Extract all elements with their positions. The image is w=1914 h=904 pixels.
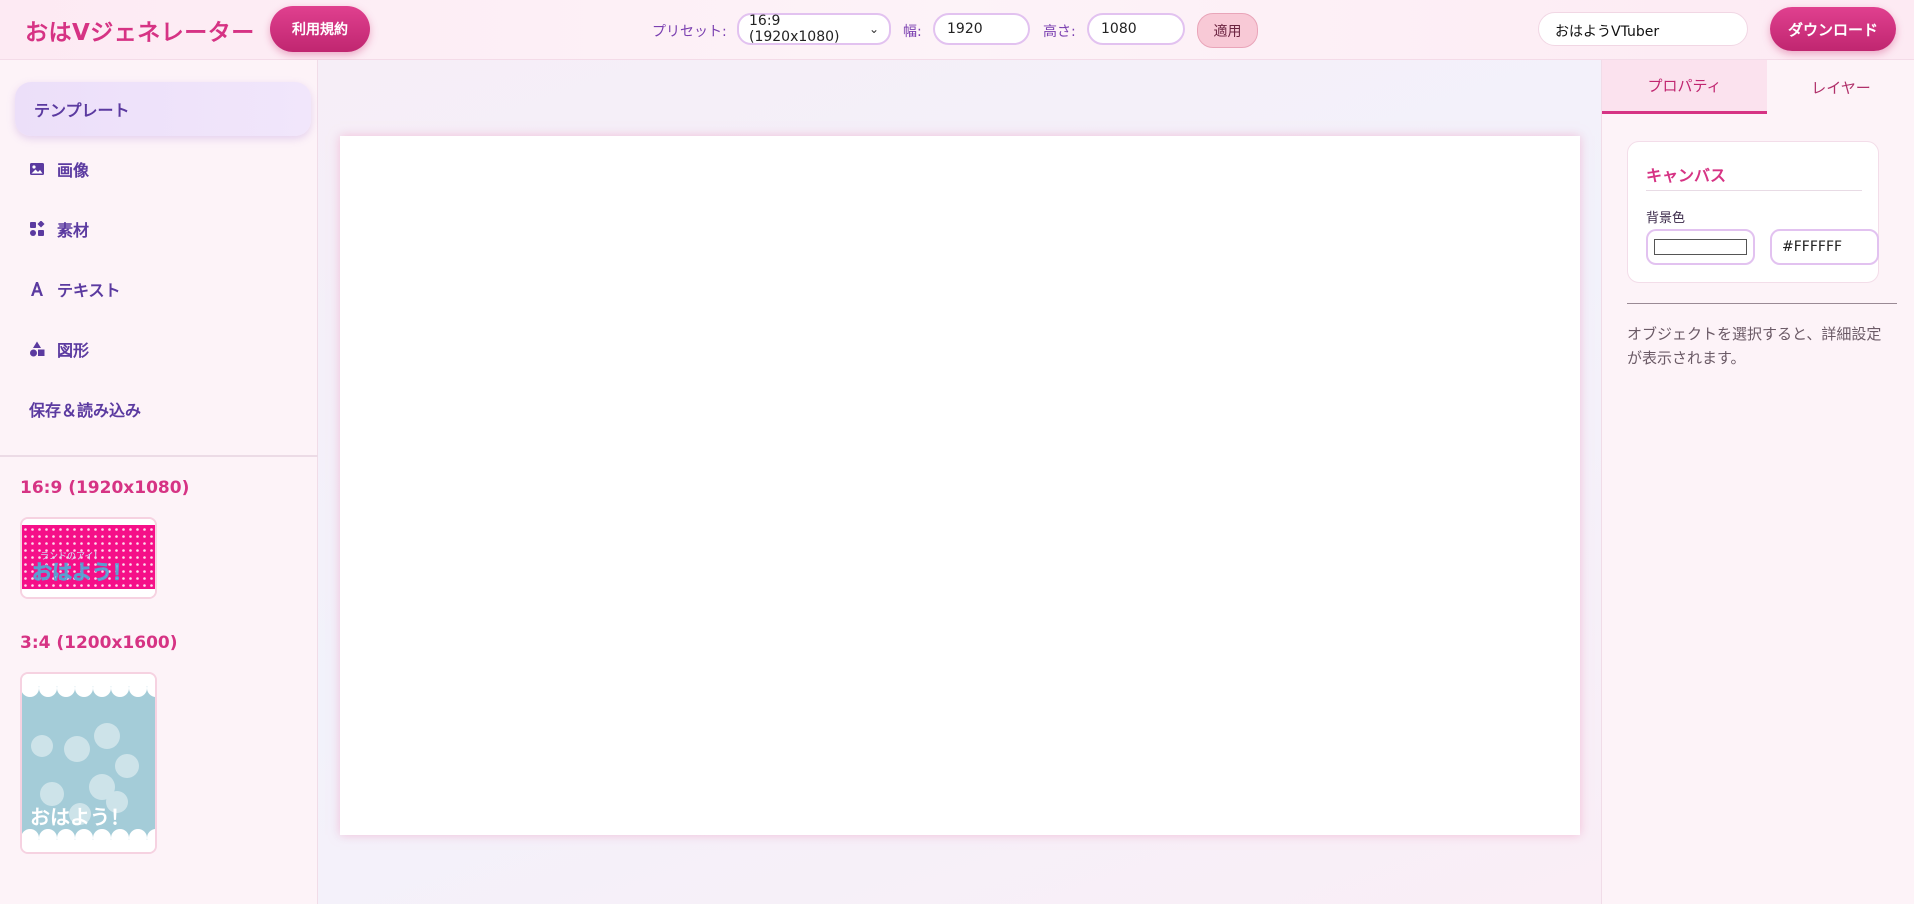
sidebar-item-label: 図形 (57, 341, 90, 360)
tab-properties[interactable]: プロパティ (1602, 60, 1767, 114)
sidebar-item-label: テキスト (57, 281, 121, 300)
bg-color-label: 背景色 (1646, 211, 1686, 226)
app-header: おはVジェネレーター 利用規約 プリセット: 16:9 (1920x1080) … (0, 0, 1914, 60)
height-input[interactable]: 1080 (1087, 13, 1185, 45)
template-group-title: 3:4 (1200x1600) (20, 633, 178, 653)
card-title: キャンバス (1646, 166, 1727, 185)
bg-color-hex-input[interactable]: #FFFFFF (1770, 229, 1879, 265)
template-thumbnail[interactable]: ランドのアイ！ おはよう！ (20, 517, 157, 599)
card-divider (1646, 190, 1862, 191)
sidebar-item-label: 保存＆読み込み (29, 401, 142, 420)
sidebar-item-label: 画像 (57, 161, 90, 180)
preset-label: プリセット: (652, 24, 727, 40)
project-name-input[interactable]: おはようVTuber (1538, 12, 1748, 46)
tab-layers[interactable]: レイヤー (1767, 60, 1914, 114)
chevron-down-icon: ⌄ (868, 22, 879, 36)
download-button[interactable]: ダウンロード (1770, 7, 1896, 51)
template-preview-16-9: ランドのアイ！ おはよう！ (22, 519, 155, 597)
width-input[interactable]: 1920 (933, 13, 1030, 45)
sidebar-item-images[interactable]: 画像 (15, 142, 311, 196)
left-sidebar: テンプレート 画像 素材 テキスト 図形 保存＆読み込み 16:9 (1920x… (0, 60, 318, 904)
properties-hint: オブジェクトを選択すると、詳細設定が表示されます。 (1627, 325, 1882, 367)
right-panel: プロパティ レイヤー キャンバス 背景色 #FFFFFF オブジェクトを選択する… (1601, 60, 1914, 904)
canvas-settings-card: キャンバス 背景色 #FFFFFF (1627, 141, 1879, 283)
sidebar-item-label: テンプレート (34, 101, 130, 120)
image-icon (29, 161, 45, 177)
template-preview-3-4: おはよう！ (22, 674, 155, 852)
color-swatch (1654, 239, 1747, 255)
shape-icon (29, 341, 45, 357)
preset-select-value: 16:9 (1920x1080) (749, 13, 840, 45)
template-group-title: 16:9 (1920x1080) (20, 478, 190, 498)
preset-select[interactable]: 16:9 (1920x1080) ⌄ (737, 13, 891, 45)
sidebar-item-text[interactable]: テキスト (15, 262, 311, 316)
height-label: 高さ: (1043, 24, 1076, 40)
terms-button[interactable]: 利用規約 (270, 6, 370, 52)
bg-color-picker[interactable] (1646, 229, 1755, 265)
sidebar-item-label: 素材 (57, 221, 90, 240)
shapes-icon (29, 221, 45, 237)
apply-button[interactable]: 適用 (1197, 13, 1258, 48)
app-logo: おはVジェネレーター (25, 20, 255, 46)
sidebar-item-shapes[interactable]: 図形 (15, 322, 311, 376)
template-caption: おはよう！ (30, 805, 130, 829)
sidebar-item-save-load[interactable]: 保存＆読み込み (15, 382, 311, 436)
template-thumbnail[interactable]: おはよう！ (20, 672, 157, 854)
width-label: 幅: (903, 24, 922, 40)
sidebar-divider (0, 455, 318, 457)
template-caption: おはよう！ (32, 560, 132, 584)
sidebar-item-materials[interactable]: 素材 (15, 202, 311, 256)
sidebar-item-templates[interactable]: テンプレート (15, 82, 311, 136)
text-icon (29, 281, 45, 297)
design-canvas[interactable] (340, 136, 1580, 835)
panel-divider (1627, 303, 1897, 304)
